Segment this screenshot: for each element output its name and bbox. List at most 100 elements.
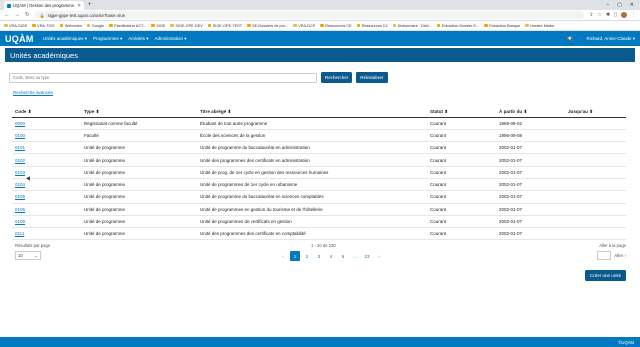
bookmark-star-icon[interactable]: ☆ [598, 12, 602, 18]
next-page-icon[interactable]: › [374, 251, 384, 261]
share-icon[interactable]: ⇪ [589, 12, 593, 18]
uqam-logo[interactable]: UQÀM [5, 34, 34, 44]
results-per-page-select[interactable]: 10 ⌄ [15, 251, 41, 261]
extensions-icon[interactable]: ✱ [606, 12, 610, 18]
profile-avatar[interactable] [621, 12, 627, 18]
bookmark-item[interactable]: Ressources CE [320, 24, 352, 28]
goto-page-input[interactable] [597, 251, 612, 261]
megaphone-icon[interactable]: 📢 [567, 36, 573, 42]
cell-code[interactable]: 0101 [12, 141, 81, 155]
table-row[interactable]: 0101 Unité de programme Unité de programme… [12, 141, 626, 155]
address-bar-row: ← → ↻ 🔒 sigpe-gppe-test.uqam.ca/unite?ba… [0, 10, 640, 21]
page-5[interactable]: 5 [338, 251, 348, 261]
table-row[interactable]: 0105 Unité de programme Unité de programme… [12, 190, 626, 204]
cell-code[interactable]: 0100 [12, 129, 81, 143]
header-code[interactable]: Code ⬍ [12, 108, 81, 118]
cell-code[interactable]: 0000 [12, 117, 81, 130]
cell-from: 2002-01-07 [496, 178, 565, 192]
bookmark-item[interactable]: Extraction Dossier E... [436, 23, 480, 28]
bookmark-item[interactable]: Webnotes [59, 24, 82, 28]
menu-administration[interactable]: Administration ▾ [155, 36, 187, 42]
table-row[interactable]: 0102 Unité de programme Unité des programm… [12, 153, 626, 167]
page-4[interactable]: 4 [326, 251, 336, 261]
bookmark-item[interactable]: VRA-DCP [293, 24, 315, 28]
cell-type: Registrariat comme faculté [81, 117, 197, 130]
pagination-info: 1 - 10 de 230 [311, 243, 336, 249]
bookmark-item[interactable]: VRA-SIGE [4, 24, 27, 28]
browser-tab[interactable]: UQAM | Gestion des programme... ✕ [4, 1, 84, 10]
table-row[interactable]: 0100 Faculté École des sciences de la gest… [12, 129, 626, 143]
bookmark-item[interactable]: SE-Dossiers de pro... [247, 24, 288, 28]
cell-code[interactable]: 0111 [12, 227, 81, 241]
cell-code[interactable]: 0102 [12, 153, 81, 167]
bookmark-item[interactable]: Dictionnaire - Dicti... [392, 24, 432, 28]
bookmark-item[interactable]: SIGE-GPE-TEST [207, 23, 242, 28]
menu-programmes[interactable]: Programmes ▾ [93, 36, 122, 42]
header-from[interactable]: À partir du ⬍ [496, 108, 565, 118]
cell-code[interactable]: 0104 [12, 178, 81, 192]
bookmark-icon [436, 23, 441, 28]
cell-status: Courant [427, 178, 496, 192]
bookmark-item[interactable]: Horaire Maitre [525, 24, 554, 28]
cell-code[interactable]: 0109 [12, 215, 81, 229]
table-row[interactable]: 0106 Unité de programme Unité de programme… [12, 203, 626, 216]
close-tab-icon[interactable]: ✕ [77, 3, 81, 9]
cell-code[interactable]: 0105 [12, 190, 81, 204]
menu-unites-academiques[interactable]: Unités académiques ▾ [43, 36, 87, 42]
prev-page-icon[interactable]: ‹ [278, 251, 288, 261]
bookmark-item[interactable]: SIGE-GPE-DEV [170, 24, 203, 28]
page-1[interactable]: 1 [290, 251, 300, 262]
header-until[interactable]: Jusqu'au ⬍ [565, 108, 626, 118]
search-input[interactable]: Code, titres ou type [9, 72, 317, 83]
browser-menu-icon[interactable]: ⋮ [631, 12, 636, 18]
goto-page-label: Aller à la page [599, 243, 626, 249]
reset-button[interactable]: Réinitialiser [356, 72, 388, 83]
header-type[interactable]: Type ⬍ [81, 108, 197, 118]
bookmark-item[interactable]: Planificateur ACT... [109, 24, 146, 28]
bookmark-icon [207, 23, 212, 28]
bookmark-item[interactable]: VRA-TICE [32, 24, 55, 28]
cell-status: Courant [427, 227, 496, 241]
menu-activites[interactable]: Activités ▾ [128, 36, 148, 42]
bookmark-label: Extraction Dossier E... [441, 23, 480, 28]
url-field[interactable]: 🔒 sigpe-gppe-test.uqam.ca/unite?base=tru… [34, 11, 585, 19]
cell-from: 2002-01-07 [496, 190, 565, 204]
table-row[interactable]: 0103 Unité de programme Unité de prog. de … [12, 166, 626, 179]
footer: ©UQÀM [0, 337, 640, 347]
header-title[interactable]: Titre abrégé ⬍ [197, 108, 427, 118]
bookmark-item[interactable]: SIGE [151, 24, 165, 28]
reload-icon[interactable]: ↻ [25, 12, 30, 18]
maximize-icon[interactable]: ▢ [617, 1, 622, 10]
page-3[interactable]: 3 [314, 251, 324, 261]
table-row[interactable]: 0104 Unité de programme Unité de programme… [12, 178, 626, 192]
bookmark-icon [4, 23, 8, 28]
table-row[interactable]: 0111 Unité de programme Unité des programm… [12, 227, 626, 241]
cell-code[interactable]: 0103 [12, 166, 81, 179]
forward-icon[interactable]: → [15, 12, 21, 18]
bookmark-item[interactable]: Extraction Banque [484, 24, 520, 28]
create-unit-button[interactable]: Créer une unité [584, 270, 626, 282]
minimize-icon[interactable]: – [606, 1, 609, 10]
goto-page-button[interactable]: Aller › [614, 253, 626, 258]
cell-type: Unité de programme [81, 190, 197, 204]
search-button[interactable]: Rechercher [321, 72, 353, 83]
bookmark-item[interactable]: Ressources C4 [356, 24, 388, 28]
page-2[interactable]: 2 [302, 251, 312, 261]
cell-until [565, 190, 626, 204]
browser-tab-bar: UQAM | Gestion des programme... ✕ + – ▢ … [0, 0, 640, 10]
sidebar-icon[interactable]: ▯ [614, 12, 617, 18]
table-row[interactable]: 0109 Unité de programme Unité de programme… [12, 215, 626, 229]
page-23[interactable]: 23 [362, 251, 372, 261]
cell-title: Unité de prog. de 1er cycle en gestion d… [197, 166, 427, 179]
table-row[interactable]: 0000 Registrariat comme faculté Étudiant d… [12, 117, 626, 130]
back-icon[interactable]: ← [4, 12, 10, 18]
bookmark-item[interactable]: Google [86, 24, 104, 28]
user-menu[interactable]: Richard, Annie-Claude ▾ [586, 36, 635, 42]
page-ellipsis[interactable]: ... [350, 251, 360, 261]
close-window-icon[interactable]: ✕ [630, 1, 634, 10]
advanced-search-link[interactable]: Recherche avancée [5, 90, 635, 95]
new-tab-icon[interactable]: + [88, 1, 92, 10]
bookmark-icon [293, 23, 297, 28]
cell-code[interactable]: 0106 [12, 203, 81, 216]
header-status[interactable]: Statut ⬍ [427, 108, 496, 118]
